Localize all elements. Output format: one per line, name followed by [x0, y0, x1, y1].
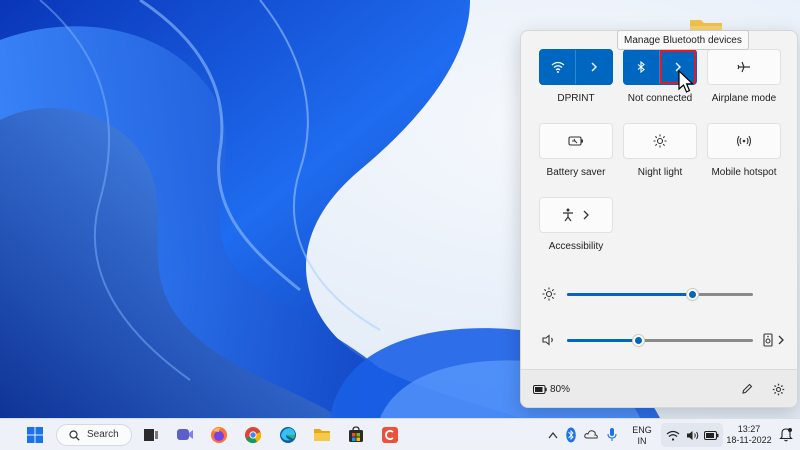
search-icon: [69, 430, 80, 441]
accessibility-tile-label: Accessibility: [548, 241, 604, 252]
battery-saver-tile-label: Battery saver: [546, 167, 606, 178]
volume-slider-thumb[interactable]: [631, 334, 645, 347]
region-code: IN: [637, 436, 647, 446]
task-view-icon[interactable]: [142, 426, 160, 444]
device-select-icon[interactable]: [763, 333, 773, 347]
chevron-right-icon[interactable]: [777, 335, 785, 345]
bluetooth-icon[interactable]: [566, 427, 576, 443]
taskbar-search[interactable]: Search: [56, 424, 132, 446]
battery-icon: [704, 431, 719, 440]
brightness-slider-row: [541, 284, 791, 304]
start-icon[interactable]: [26, 426, 44, 444]
accessibility-icon: [563, 208, 573, 222]
airplane-mode-tile-label: Airplane mode: [711, 93, 777, 104]
brightness-slider-fill: [567, 293, 692, 296]
clock-time: 13:27: [737, 424, 761, 434]
quick-settings-footer: 80%: [521, 369, 797, 407]
volume-icon: [687, 431, 699, 440]
cloud-icon[interactable]: [584, 429, 598, 439]
bluetooth-toggle[interactable]: [624, 50, 660, 84]
night-light-tile-label: Night light: [637, 167, 683, 178]
airplane-icon: [737, 61, 750, 73]
chrome-icon[interactable]: [244, 426, 262, 444]
firefox-icon[interactable]: [210, 426, 228, 444]
taskbar: Search ENG IN 13:27 18-11-2022: [0, 418, 800, 450]
mic-icon[interactable]: [607, 427, 617, 442]
mobile-hotspot-tile[interactable]: [707, 123, 781, 159]
volume-slider-row: [541, 330, 791, 350]
bluetooth-icon: [638, 61, 646, 73]
brightness-slider[interactable]: [567, 288, 753, 301]
clock-date: 18-11-2022: [726, 435, 772, 445]
clock[interactable]: 13:27 18-11-2022: [722, 424, 776, 446]
edit-icon[interactable]: [741, 383, 753, 395]
night-light-tile[interactable]: [623, 123, 697, 159]
app-icon[interactable]: [381, 426, 399, 444]
quick-settings-tray-button[interactable]: [661, 423, 723, 447]
brightness-icon: [542, 287, 556, 301]
battery-percentage: 80%: [550, 384, 571, 395]
battery-icon[interactable]: [533, 385, 547, 394]
search-label: Search: [87, 429, 119, 440]
bluetooth-tile-label: Not connected: [627, 93, 693, 104]
notifications-icon[interactable]: [779, 427, 793, 442]
volume-icon[interactable]: [542, 334, 556, 346]
wifi-toggle[interactable]: [540, 50, 577, 84]
night-light-icon: [653, 134, 667, 148]
wifi-tile[interactable]: [539, 49, 613, 85]
battery-saver-tile[interactable]: [539, 123, 613, 159]
store-icon[interactable]: [347, 426, 365, 444]
chevron-right-icon: [583, 210, 589, 220]
chevron-up-icon[interactable]: [548, 431, 558, 439]
brightness-slider-thumb[interactable]: [685, 288, 699, 301]
settings-icon[interactable]: [772, 383, 785, 396]
wifi-icon: [666, 430, 680, 441]
meet-icon[interactable]: [176, 426, 194, 444]
bluetooth-tooltip: Manage Bluetooth devices: [617, 30, 749, 50]
hotspot-icon: [736, 135, 752, 147]
language-code: ENG: [632, 425, 652, 435]
wifi-manage-button[interactable]: [576, 50, 612, 84]
wifi-icon: [551, 61, 564, 73]
quick-settings-body: DPRINT Not connected Airplane mode Batte…: [521, 31, 797, 369]
mouse-cursor-icon: [678, 70, 695, 93]
volume-slider-fill: [567, 339, 638, 342]
wifi-tile-label: DPRINT: [557, 93, 595, 104]
accessibility-tile[interactable]: [539, 197, 613, 233]
mobile-hotspot-tile-label: Mobile hotspot: [711, 167, 777, 178]
volume-slider[interactable]: [567, 334, 753, 347]
airplane-mode-tile[interactable]: [707, 49, 781, 85]
edge-icon[interactable]: [279, 426, 297, 444]
chevron-right-icon: [591, 62, 597, 72]
language-indicator[interactable]: ENG IN: [628, 425, 656, 447]
file-explorer-icon[interactable]: [313, 426, 331, 444]
battery-saver-icon: [568, 136, 583, 146]
quick-settings-panel: DPRINT Not connected Airplane mode Batte…: [520, 30, 798, 408]
